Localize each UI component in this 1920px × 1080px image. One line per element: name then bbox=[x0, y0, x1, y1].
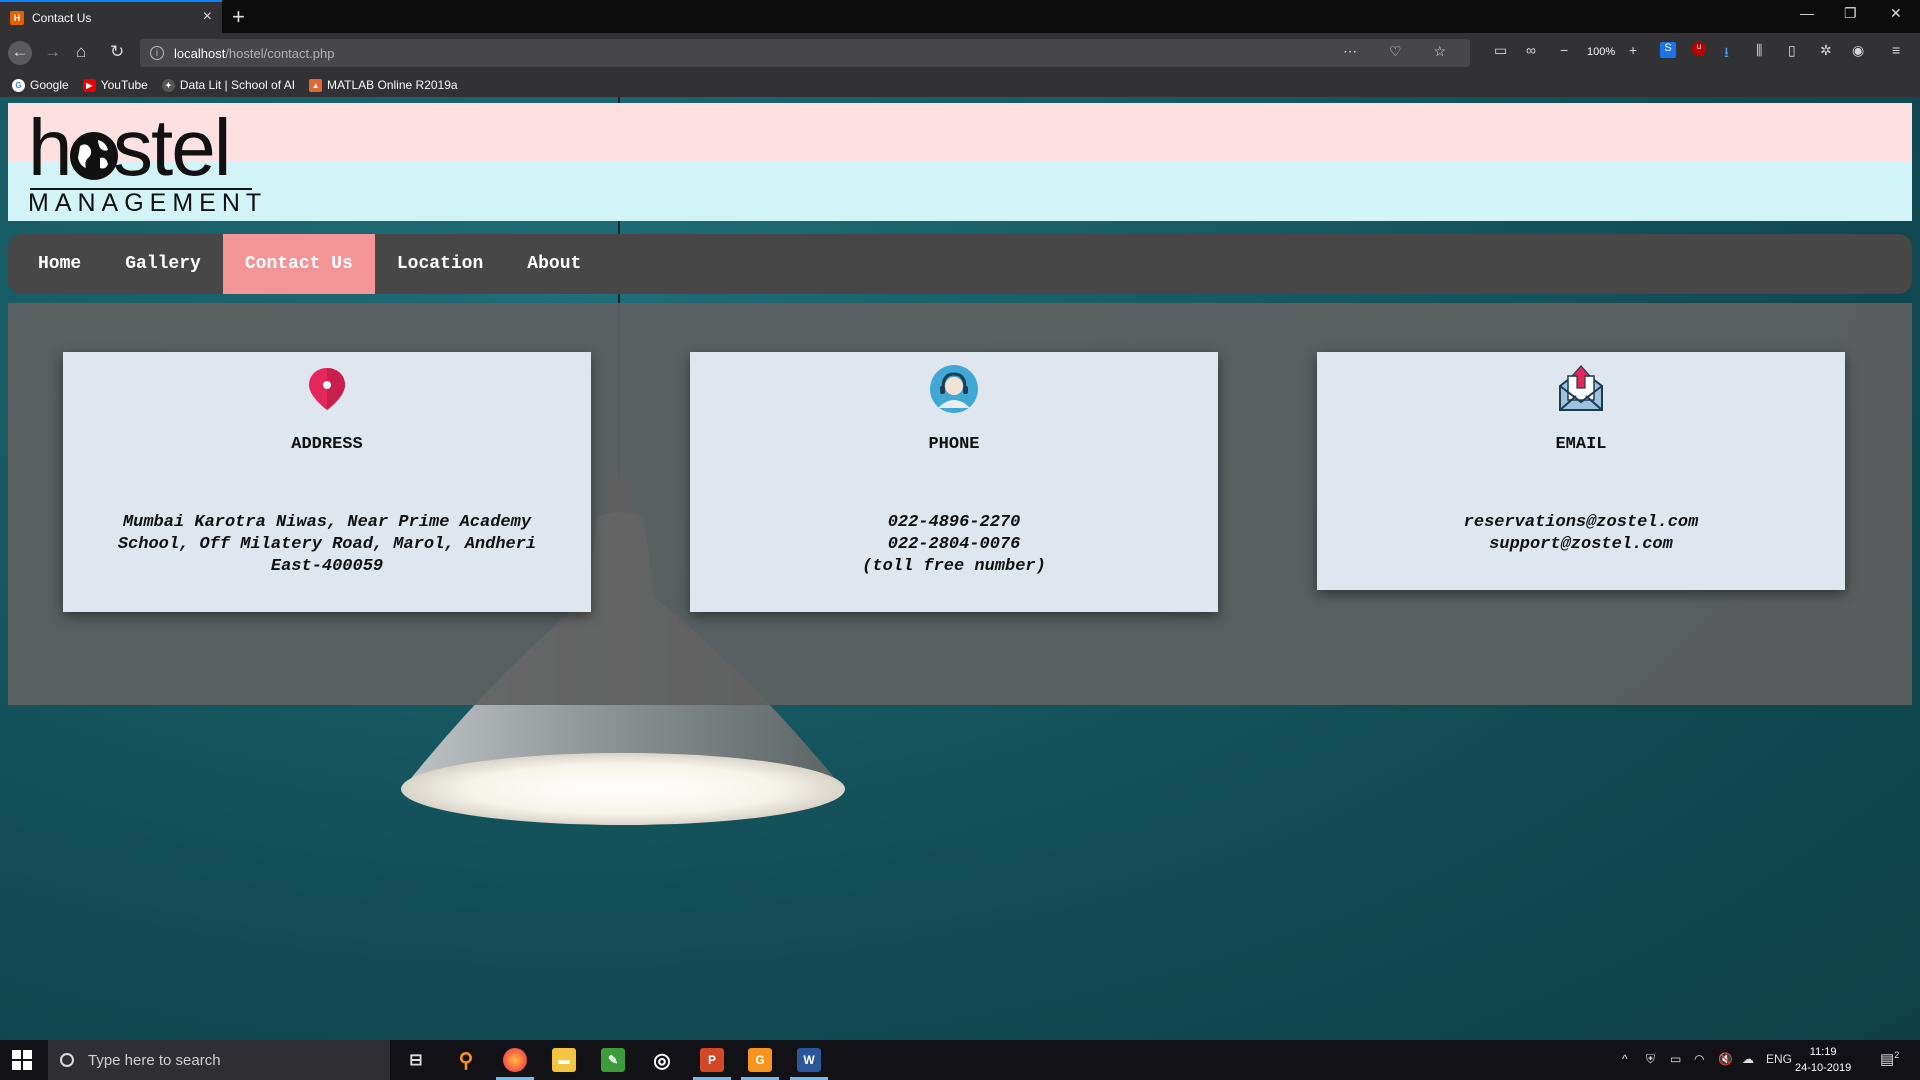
close-tab-icon[interactable]: × bbox=[203, 8, 212, 26]
email-text: reservations@zostel.com support@zostel.c… bbox=[1463, 513, 1699, 554]
browser-tab[interactable]: H Contact Us × bbox=[0, 0, 222, 33]
volume-muted-icon[interactable]: 🔇 bbox=[1718, 1052, 1733, 1066]
phone-text: 022-4896-2270 022-2804-0076 (toll free n… bbox=[862, 513, 1046, 576]
bookmark-youtube[interactable]: ▶ YouTube bbox=[82, 78, 148, 92]
site-favicon-icon: H bbox=[10, 10, 24, 25]
main-nav: Home Gallery Contact Us Location About bbox=[8, 234, 1912, 294]
contact-section: ADDRESS Mumbai Karotra Niwas, Near Prime… bbox=[8, 303, 1912, 705]
forward-icon[interactable]: → bbox=[44, 41, 61, 63]
address-card: ADDRESS Mumbai Karotra Niwas, Near Prime… bbox=[63, 352, 591, 612]
nav-location[interactable]: Location bbox=[375, 234, 505, 294]
customer-support-icon bbox=[930, 365, 978, 413]
search-app-icon[interactable]: ⚲ bbox=[454, 1048, 478, 1072]
show-hidden-icons-icon[interactable]: ^ bbox=[1622, 1052, 1628, 1066]
word-icon[interactable]: W bbox=[797, 1048, 821, 1072]
library-icon[interactable]: ⫼ bbox=[1756, 42, 1762, 59]
ublock-icon[interactable]: u bbox=[1692, 42, 1706, 56]
taskbar-search-box[interactable]: Type here to search bbox=[48, 1040, 390, 1080]
file-explorer-icon[interactable]: ▬ bbox=[552, 1048, 576, 1072]
new-tab-icon[interactable]: + bbox=[232, 4, 245, 30]
windows-start-icon[interactable] bbox=[12, 1050, 32, 1070]
notepad-icon[interactable]: ✎ bbox=[601, 1048, 625, 1072]
system-clock[interactable]: 11:19 24-10-2019 bbox=[1795, 1044, 1851, 1076]
page-viewport: hostel MANAGEMENT Home Gallery Contact U… bbox=[0, 97, 1920, 1040]
windows-taskbar: Type here to search ⊟ ⚲ ▬ ✎ ◎ P G W ^ ⛨ … bbox=[0, 1040, 1920, 1080]
close-window-icon[interactable]: ✕ bbox=[1890, 5, 1902, 22]
envelope-upload-icon bbox=[1559, 365, 1603, 411]
page-actions-icon[interactable]: ⋯ ♡ ☆ bbox=[1343, 43, 1460, 60]
address-text: Mumbai Karotra Niwas, Near Prime Academy… bbox=[117, 513, 537, 576]
nav-contact-us[interactable]: Contact Us bbox=[222, 234, 375, 294]
school-of-ai-icon: ✦ bbox=[161, 78, 175, 92]
menu-hamburger-icon[interactable]: ≡ bbox=[1892, 42, 1900, 58]
back-icon[interactable]: ← bbox=[8, 41, 32, 65]
zoom-in-icon[interactable]: + bbox=[1629, 42, 1637, 58]
battery-icon[interactable]: ▭ bbox=[1670, 1052, 1681, 1066]
email-card: EMAIL reservations@zostel.com support@zo… bbox=[1317, 352, 1845, 590]
browser-tab-strip: H Contact Us × + — ❐ ✕ bbox=[0, 0, 1920, 33]
bookmark-google[interactable]: G Google bbox=[12, 78, 69, 92]
onedrive-icon[interactable]: ☁ bbox=[1742, 1052, 1754, 1066]
download-icon[interactable]: ⭳ bbox=[1724, 42, 1729, 66]
address-bar[interactable]: i localhost/hostel/contact.php ⋯ ♡ ☆ bbox=[140, 39, 1470, 67]
zoom-level[interactable]: 100% bbox=[1587, 46, 1615, 58]
account-icon[interactable]: ◉ bbox=[1852, 42, 1864, 59]
home-icon[interactable]: ⌂ bbox=[76, 41, 86, 63]
bookmark-matlab[interactable]: ▲ MATLAB Online R2019a bbox=[309, 78, 458, 92]
location-pin-icon bbox=[309, 368, 345, 410]
sidebar-icon[interactable]: ▯ bbox=[1788, 42, 1796, 59]
action-center-icon[interactable]: ▤2 bbox=[1880, 1050, 1899, 1068]
site-info-icon[interactable]: i bbox=[150, 46, 164, 60]
url-path: /hostel/contact.php bbox=[225, 45, 335, 61]
reload-icon[interactable]: ↻ bbox=[110, 41, 124, 63]
extension-s-icon[interactable]: S bbox=[1660, 42, 1676, 58]
screenshot-icon[interactable]: ▭ bbox=[1494, 42, 1507, 59]
site-header: hostel MANAGEMENT bbox=[8, 103, 1912, 221]
site-logo-subtitle: MANAGEMENT bbox=[28, 189, 268, 217]
card-title: EMAIL bbox=[1555, 435, 1607, 454]
card-title: ADDRESS bbox=[291, 435, 363, 454]
youtube-icon: ▶ bbox=[82, 78, 96, 92]
site-logo[interactable]: hostel bbox=[28, 103, 231, 193]
minimize-icon[interactable]: — bbox=[1800, 5, 1814, 21]
url-host: localhost bbox=[174, 45, 226, 61]
bookmark-data-lit[interactable]: ✦ Data Lit | School of AI bbox=[161, 78, 295, 92]
firefox-icon[interactable] bbox=[503, 1048, 527, 1072]
settings-gear-icon[interactable]: ✲ bbox=[1820, 42, 1832, 59]
xbox-icon[interactable]: ◎ bbox=[650, 1048, 674, 1072]
zoom-out-icon[interactable]: − bbox=[1560, 42, 1568, 58]
input-language[interactable]: ENG bbox=[1766, 1052, 1792, 1066]
nav-gallery[interactable]: Gallery bbox=[103, 234, 223, 294]
google-icon: G bbox=[12, 78, 25, 92]
orange-app-icon[interactable]: G bbox=[748, 1048, 772, 1072]
taskbar-search-placeholder: Type here to search bbox=[88, 1051, 221, 1069]
wifi-icon[interactable]: ◠ bbox=[1694, 1052, 1704, 1066]
browser-toolbar: ← → ⌂ ↻ i localhost/hostel/contact.php ⋯… bbox=[0, 33, 1920, 73]
globe-icon bbox=[70, 132, 118, 180]
phone-card: PHONE 022-4896-2270 022-2804-0076 (toll … bbox=[690, 352, 1218, 612]
bookmarks-toolbar: G Google ▶ YouTube ✦ Data Lit | School o… bbox=[0, 73, 1920, 97]
tab-title: Contact Us bbox=[32, 10, 92, 25]
matlab-icon: ▲ bbox=[309, 78, 323, 92]
defender-icon[interactable]: ⛨ bbox=[1646, 1052, 1655, 1067]
card-title: PHONE bbox=[928, 435, 980, 454]
nav-home[interactable]: Home bbox=[16, 234, 103, 294]
search-icon bbox=[60, 1053, 74, 1067]
nav-about[interactable]: About bbox=[505, 234, 603, 294]
mask-icon[interactable]: ∞ bbox=[1526, 42, 1536, 58]
task-view-icon[interactable]: ⊟ bbox=[404, 1048, 428, 1072]
powerpoint-icon[interactable]: P bbox=[700, 1048, 724, 1072]
restore-icon[interactable]: ❐ bbox=[1844, 5, 1857, 22]
